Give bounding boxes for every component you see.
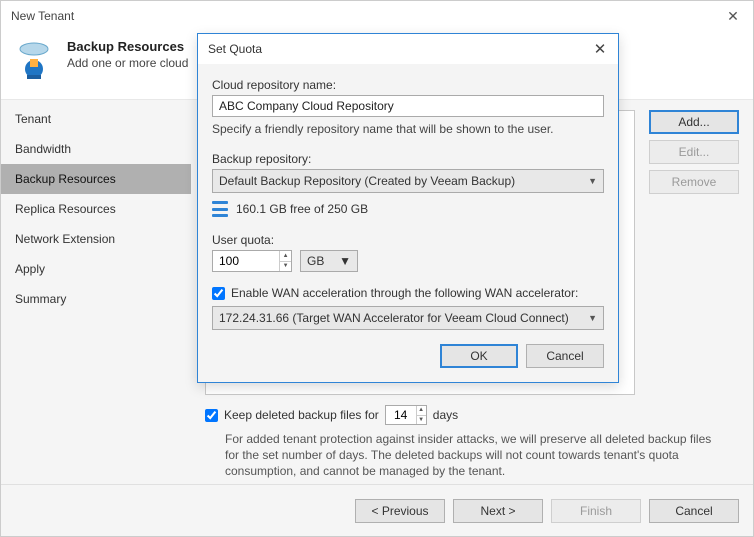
keep-deleted-label-post: days: [433, 408, 458, 422]
repo-name-label: Cloud repository name:: [212, 78, 604, 92]
repo-name-hint: Specify a friendly repository name that …: [212, 122, 604, 136]
dialog-body: Cloud repository name: Specify a friendl…: [198, 64, 618, 382]
finish-button: Finish: [551, 499, 641, 523]
backup-repo-dropdown[interactable]: Default Backup Repository (Created by Ve…: [212, 169, 604, 193]
set-quota-dialog: Set Quota ✕ Cloud repository name: Speci…: [197, 33, 619, 383]
chevron-down-icon: ▼: [588, 313, 597, 323]
backup-repo-value: Default Backup Repository (Created by Ve…: [219, 174, 515, 188]
next-button[interactable]: Next >: [453, 499, 543, 523]
storage-free-text: 160.1 GB free of 250 GB: [236, 202, 368, 216]
previous-button[interactable]: < Previous: [355, 499, 445, 523]
keep-deleted-checkbox[interactable]: [205, 409, 218, 422]
chevron-down-icon: ▼: [588, 176, 597, 186]
storage-icon: [212, 201, 228, 217]
window-close-button[interactable]: ✕: [713, 1, 753, 31]
chevron-down-icon: ▼: [339, 254, 351, 268]
sidebar-item-summary[interactable]: Summary: [1, 284, 191, 314]
edit-button: Edit...: [649, 140, 739, 164]
user-quota-label: User quota:: [212, 233, 604, 247]
keep-deleted-explain: For added tenant protection against insi…: [205, 431, 725, 480]
user-quota-unit: GB: [307, 254, 324, 268]
page-title: Backup Resources: [67, 39, 188, 54]
sidebar-item-tenant[interactable]: Tenant: [1, 104, 191, 134]
wizard-sidebar: Tenant Bandwidth Backup Resources Replic…: [1, 100, 191, 484]
wan-accel-checkbox[interactable]: [212, 287, 225, 300]
spinner-arrows[interactable]: ▲▼: [279, 251, 291, 271]
backup-resources-icon: [13, 39, 55, 81]
new-tenant-window: New Tenant ✕ Backup Resources Add one or…: [0, 0, 754, 537]
keep-deleted-label-pre: Keep deleted backup files for: [224, 408, 379, 422]
wan-accel-value: 172.24.31.66 (Target WAN Accelerator for…: [219, 311, 569, 325]
sidebar-item-apply[interactable]: Apply: [1, 254, 191, 284]
sidebar-item-backup-resources[interactable]: Backup Resources: [1, 164, 191, 194]
ok-button[interactable]: OK: [440, 344, 518, 368]
dialog-titlebar: Set Quota ✕: [198, 34, 618, 64]
wizard-footer: < Previous Next > Finish Cancel: [1, 484, 753, 536]
keep-deleted-section: Keep deleted backup files for ▲▼ days Fo…: [205, 405, 635, 480]
sidebar-item-bandwidth[interactable]: Bandwidth: [1, 134, 191, 164]
wan-accel-dropdown[interactable]: 172.24.31.66 (Target WAN Accelerator for…: [212, 306, 604, 330]
remove-button: Remove: [649, 170, 739, 194]
keep-deleted-days-spinner[interactable]: ▲▼: [385, 405, 427, 425]
add-button[interactable]: Add...: [649, 110, 739, 134]
dialog-close-button[interactable]: ✕: [590, 40, 610, 58]
repo-name-input[interactable]: [212, 95, 604, 117]
header-text: Backup Resources Add one or more cloud: [67, 39, 188, 70]
user-quota-spinner[interactable]: ▲▼: [212, 250, 292, 272]
sidebar-item-replica-resources[interactable]: Replica Resources: [1, 194, 191, 224]
window-title: New Tenant: [11, 9, 74, 23]
dialog-buttons: OK Cancel: [212, 344, 604, 368]
titlebar: New Tenant ✕: [1, 1, 753, 31]
backup-repo-label: Backup repository:: [212, 152, 604, 166]
dialog-cancel-button[interactable]: Cancel: [526, 344, 604, 368]
user-quota-unit-dropdown[interactable]: GB ▼: [300, 250, 358, 272]
dialog-title: Set Quota: [208, 42, 262, 56]
cancel-button[interactable]: Cancel: [649, 499, 739, 523]
sidebar-item-network-extension[interactable]: Network Extension: [1, 224, 191, 254]
spinner-arrows[interactable]: ▲▼: [416, 406, 426, 424]
wan-accel-label: Enable WAN acceleration through the foll…: [231, 286, 578, 300]
storage-free-row: 160.1 GB free of 250 GB: [212, 201, 604, 217]
list-action-buttons: Add... Edit... Remove: [649, 110, 739, 194]
user-quota-value[interactable]: [213, 251, 279, 271]
keep-deleted-days-value[interactable]: [386, 406, 416, 424]
page-subtitle: Add one or more cloud: [67, 56, 188, 70]
